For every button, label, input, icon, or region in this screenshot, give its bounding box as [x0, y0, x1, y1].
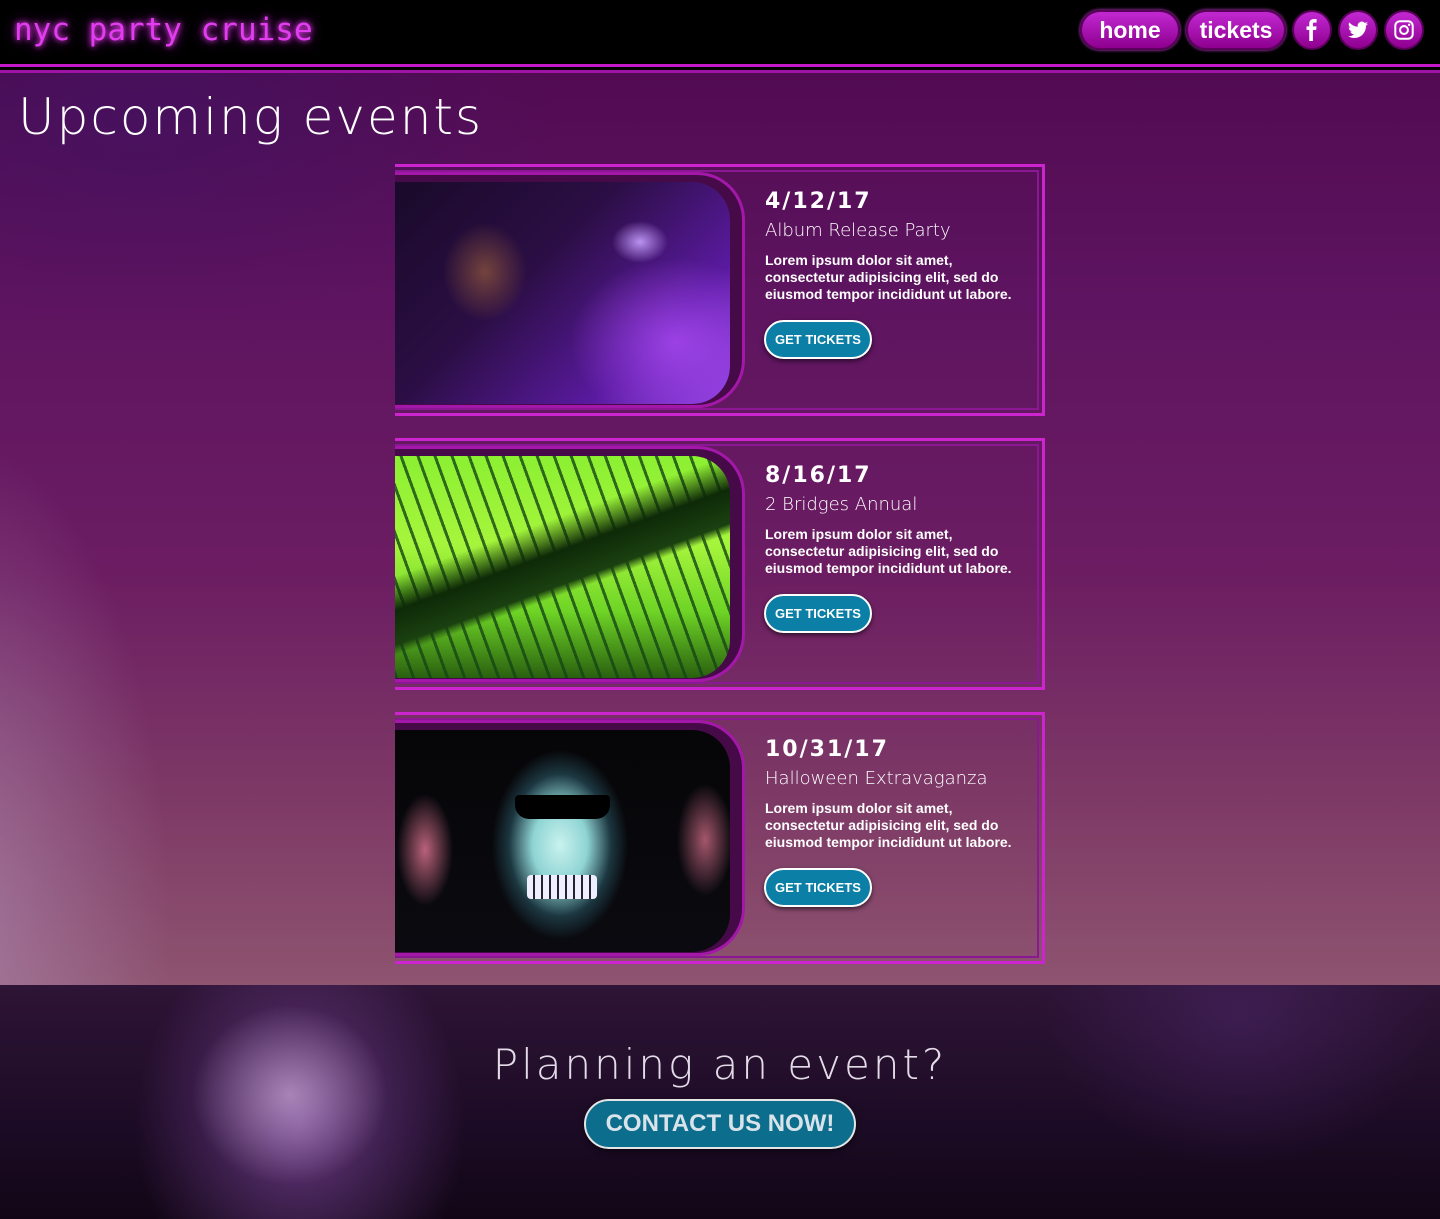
event-photo-skull: [395, 730, 730, 952]
get-tickets-button[interactable]: GET TICKETS: [764, 320, 872, 359]
event-card: 8/16/17 2 Bridges Annual Lorem ipsum dol…: [395, 438, 1045, 690]
event-photo-dj: [395, 182, 730, 404]
instagram-button[interactable]: [1384, 10, 1424, 50]
event-date: 8/16/17: [765, 463, 872, 488]
get-tickets-button[interactable]: GET TICKETS: [764, 868, 872, 907]
header-divider: [0, 64, 1440, 67]
event-description: Lorem ipsum dolor sit amet, consectetur …: [765, 252, 1012, 302]
instagram-icon: [1394, 20, 1414, 40]
contact-us-button[interactable]: CONTACT US NOW!: [584, 1099, 856, 1149]
event-card: 10/31/17 Halloween Extravaganza Lorem ip…: [395, 712, 1045, 964]
facebook-button[interactable]: [1292, 10, 1332, 50]
event-date: 10/31/17: [765, 737, 889, 762]
main-nav: home tickets: [1080, 10, 1432, 50]
events-section: Upcoming events 4/12/17 Album Release Pa…: [0, 73, 1440, 985]
event-details: 8/16/17 2 Bridges Annual Lorem ipsum dol…: [765, 463, 1025, 577]
twitter-button[interactable]: [1338, 10, 1378, 50]
site-logo[interactable]: nyc party cruise: [14, 12, 313, 48]
skull-teeth: [527, 875, 597, 899]
event-name: 2 Bridges Annual: [765, 494, 918, 515]
event-date: 4/12/17: [765, 189, 872, 214]
site-header: nyc party cruise home tickets: [0, 0, 1440, 64]
get-tickets-button[interactable]: GET TICKETS: [764, 594, 872, 633]
event-card: 4/12/17 Album Release Party Lorem ipsum …: [395, 164, 1045, 416]
event-description: Lorem ipsum dolor sit amet, consectetur …: [765, 800, 1012, 850]
event-name: Halloween Extravaganza: [765, 768, 988, 789]
event-details: 4/12/17 Album Release Party Lorem ipsum …: [765, 189, 1025, 303]
event-name: Album Release Party: [765, 220, 951, 241]
skull-sunglasses: [515, 795, 610, 819]
contact-heading: Planning an event?: [492, 1040, 948, 1089]
page-title: Upcoming events: [18, 88, 484, 146]
facebook-icon: [1306, 19, 1317, 41]
event-photo-bridge: [395, 456, 730, 678]
nav-home-button[interactable]: home: [1080, 10, 1180, 50]
nav-tickets-button[interactable]: tickets: [1186, 10, 1286, 50]
contact-section: Planning an event? CONTACT US NOW!: [0, 985, 1440, 1219]
event-details: 10/31/17 Halloween Extravaganza Lorem ip…: [765, 737, 1025, 851]
twitter-icon: [1347, 21, 1369, 38]
event-description: Lorem ipsum dolor sit amet, consectetur …: [765, 526, 1012, 576]
